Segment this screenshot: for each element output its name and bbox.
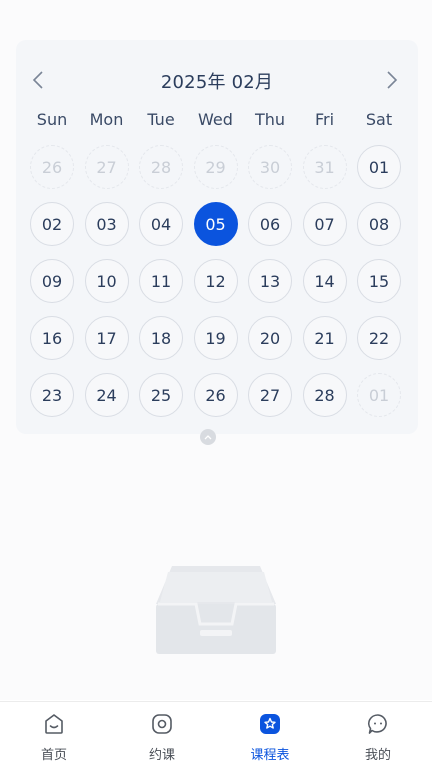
day-cell[interactable]: 28 (139, 145, 183, 189)
day-cell[interactable]: 26 (193, 373, 238, 417)
tab-label: 课程表 (250, 748, 290, 763)
tab-profile[interactable]: 我的 (324, 702, 432, 768)
profile-icon (366, 712, 390, 736)
day-cell[interactable]: 30 (248, 145, 292, 189)
day-cell[interactable]: 01 (357, 145, 401, 189)
day-cell[interactable]: 27 (248, 373, 292, 417)
day-cell[interactable]: 28 (302, 373, 347, 417)
day-cell[interactable]: 20 (248, 316, 292, 360)
tab-booking[interactable]: 约课 (108, 702, 216, 768)
tab-label: 首页 (40, 748, 67, 763)
day-cell[interactable]: 14 (302, 259, 347, 303)
day-cell[interactable]: 15 (357, 259, 401, 303)
day-cell[interactable]: 22 (357, 316, 401, 360)
day-cell[interactable]: 24 (84, 373, 129, 417)
day-cell[interactable]: 17 (84, 316, 129, 360)
day-cell-selected[interactable]: 05 (193, 202, 238, 246)
day-cell[interactable]: 27 (84, 145, 129, 189)
collapse-calendar-button[interactable] (200, 429, 216, 445)
day-cell[interactable]: 11 (139, 259, 183, 303)
day-cell[interactable]: 12 (193, 259, 238, 303)
bottom-tab-bar: 首页 约课 课程表 我的 (0, 701, 432, 768)
day-cell[interactable]: 03 (84, 202, 129, 246)
day-cell[interactable]: 21 (302, 316, 347, 360)
day-cell[interactable]: 16 (30, 316, 74, 360)
day-cell[interactable]: 26 (30, 145, 74, 189)
home-icon (42, 712, 66, 736)
booking-icon (150, 712, 174, 736)
calendar-card: 2025年 02月 Sun Mon Tue Wed Thu Fri Sat 26 27 28 29… (16, 40, 418, 434)
day-cell[interactable]: 31 (302, 145, 347, 189)
day-cell[interactable]: 02 (30, 202, 74, 246)
tab-label: 约课 (148, 748, 175, 763)
day-cell[interactable]: 13 (248, 259, 292, 303)
day-cell[interactable]: 04 (139, 202, 183, 246)
chevron-up-icon (204, 435, 212, 440)
day-cell[interactable]: 01 (357, 373, 401, 417)
tab-schedule[interactable]: 课程表 (216, 702, 324, 768)
day-cell[interactable]: 07 (302, 202, 347, 246)
day-cell[interactable]: 29 (193, 145, 238, 189)
tab-home[interactable]: 首页 (0, 702, 108, 768)
day-cell[interactable]: 18 (139, 316, 183, 360)
day-cell[interactable]: 25 (139, 373, 183, 417)
day-cell[interactable]: 23 (30, 373, 74, 417)
day-cell[interactable]: 08 (357, 202, 401, 246)
tab-label: 我的 (364, 748, 391, 763)
day-grid: 26 27 28 29 30 31 01 02 03 04 05 06 07 08 09 10 11 12 13 14… (16, 40, 418, 434)
day-cell[interactable]: 06 (248, 202, 292, 246)
day-cell[interactable]: 09 (30, 259, 74, 303)
empty-inbox-icon (156, 566, 276, 654)
day-cell[interactable]: 19 (193, 316, 238, 360)
schedule-icon (258, 712, 282, 736)
day-cell[interactable]: 10 (84, 259, 129, 303)
